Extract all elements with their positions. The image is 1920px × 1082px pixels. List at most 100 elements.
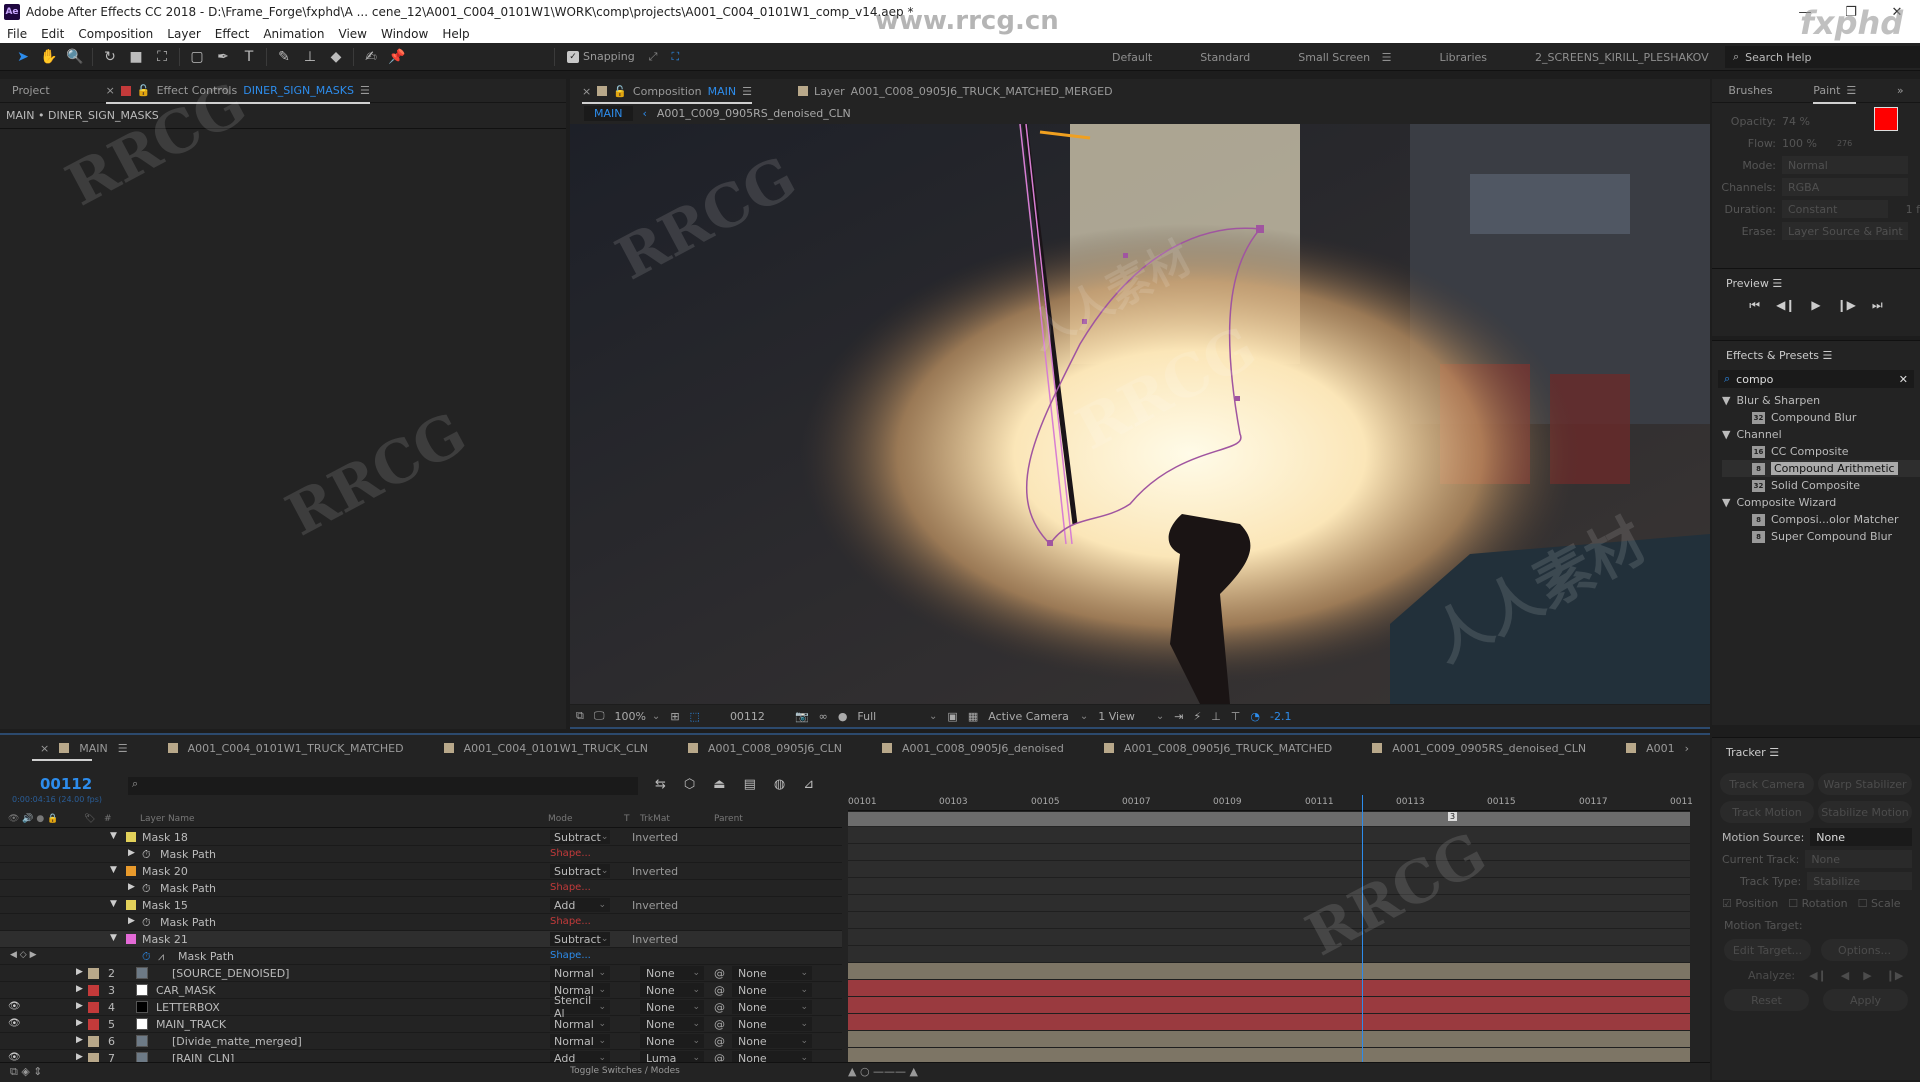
pickwhip-icon[interactable]: @ (714, 1035, 725, 1048)
always-preview-icon[interactable]: ⧉ (576, 709, 584, 723)
mask-visibility-icon[interactable]: ⬚ (690, 710, 700, 723)
shy-layers-icon[interactable]: ⏏ (713, 777, 725, 792)
mask-name[interactable]: Mask 18 (142, 831, 188, 844)
stopwatch-icon[interactable]: ⏱ (142, 916, 151, 930)
layer-mode-dropdown[interactable]: Normal (550, 1017, 610, 1031)
layer-row[interactable]: 👁 ▶ 4 LETTERBOX Stencil Al None @ None (0, 994, 842, 1020)
tab-timeline-comp[interactable]: A001 (1626, 735, 1685, 761)
trkmat-dropdown[interactable]: None (640, 966, 704, 980)
mask-shape-link[interactable]: Shape... (550, 848, 591, 859)
roto-brush-tool-icon[interactable]: ✍ (360, 46, 382, 68)
composition-viewer[interactable]: RRCG RRCG 人人素材 (570, 124, 1710, 704)
mask-inverted-checkbox[interactable]: Inverted (632, 865, 678, 878)
show-snapshot-icon[interactable]: ∞ (819, 710, 828, 723)
tab-timeline-comp[interactable]: A001_C008_0905J6_CLN (688, 735, 882, 761)
panel-menu-icon[interactable]: ☰ (360, 84, 370, 97)
toggle-pixel-aspect-icon[interactable]: ⇥ (1174, 710, 1183, 723)
layer-duration-bar[interactable] (848, 963, 1690, 980)
snap-options-icon[interactable]: ⤢ (649, 50, 658, 64)
foreground-color-swatch[interactable] (1874, 107, 1898, 131)
layer-duration-bar[interactable] (848, 997, 1690, 1014)
layer-duration-bar[interactable] (848, 1014, 1690, 1031)
effect-compound-arithmetic[interactable]: 8 Compound Arithmetic (1722, 460, 1920, 477)
effect-composite-color-matcher[interactable]: 8 Composi...olor Matcher (1722, 511, 1920, 528)
time-ruler[interactable]: 00101 00103 00105 00107 00109 00111 00113 00115… (848, 795, 1693, 811)
region-of-interest-icon[interactable]: ▣ (947, 710, 957, 723)
snapping-toggle[interactable]: ✓ Snapping ⤢ ⛶ (567, 50, 679, 64)
tab-timeline-main[interactable]: × MAIN ☰ (32, 735, 168, 761)
effect-compound-blur[interactable]: 32 Compound Blur (1722, 409, 1920, 426)
disclosure-triangle-icon[interactable]: ▶ (76, 1052, 83, 1062)
exposure-value[interactable]: -2.1 (1270, 710, 1291, 723)
zoom-slider[interactable]: ▲ ○ ——— ▲ (848, 1065, 918, 1078)
disclosure-triangle-icon[interactable]: ▶ (76, 1035, 83, 1045)
close-tab-icon[interactable]: × (106, 84, 115, 97)
apply-button[interactable]: Apply (1823, 989, 1908, 1011)
menu-file[interactable]: File (0, 27, 34, 41)
mask-row[interactable]: ▼ Mask 21 Subtract Inverted (0, 931, 842, 948)
menu-help[interactable]: Help (435, 27, 476, 41)
mask-name[interactable]: Mask 21 (142, 933, 188, 946)
timeline-icon[interactable]: ⊥ (1211, 710, 1221, 723)
paint-mode-dropdown[interactable]: Normal (1782, 156, 1908, 174)
layer-row[interactable]: ▶ 2 [SOURCE_DENOISED] Normal None @ None (0, 965, 842, 982)
effect-cc-composite[interactable]: 16 CC Composite (1722, 443, 1920, 460)
hand-tool-icon[interactable]: ✋ (38, 46, 60, 68)
mask-inverted-checkbox[interactable]: Inverted (632, 831, 678, 844)
mask-row[interactable]: ▼ Mask 15 Add Inverted (0, 897, 842, 914)
comp-nav-main[interactable]: MAIN (584, 105, 633, 121)
layer-row[interactable]: ▶3CAR_MASKNormalNone@None (0, 982, 842, 999)
layer-switches-pane-icon[interactable]: ⧉ ◈ ⇕ (10, 1065, 43, 1079)
scale-checkbox[interactable]: ☐ Scale (1858, 897, 1901, 910)
mask-path-row[interactable]: ▶ ⏱ Mask Path Shape... (0, 914, 842, 931)
position-checkbox[interactable]: ☑ Position (1722, 897, 1778, 910)
column-layer-name[interactable]: Layer Name (140, 814, 195, 824)
comp-marker[interactable]: 3 (1448, 812, 1458, 821)
snapping-checkbox[interactable]: ✓ (567, 50, 579, 63)
mask-inverted-checkbox[interactable]: Inverted (632, 899, 678, 912)
layer-name[interactable]: [SOURCE_DENOISED] (172, 967, 289, 980)
trkmat-dropdown[interactable]: None (640, 983, 704, 997)
channels-dropdown[interactable]: RGBA (1782, 178, 1908, 196)
disclosure-triangle-icon[interactable]: ▼ (110, 865, 117, 875)
pen-tool-icon[interactable]: ✒ (212, 46, 234, 68)
mask-path-row[interactable]: ▶ ⏱ Mask Path Shape... (0, 880, 842, 897)
play-button[interactable]: ▶ (1811, 298, 1820, 313)
disclosure-triangle-icon[interactable]: ▼ (110, 831, 117, 841)
monitor-icon[interactable]: 🖵 (594, 709, 605, 723)
toggle-switches-modes-button[interactable]: Toggle Switches / Modes (520, 1066, 730, 1076)
mask-name[interactable]: Mask 20 (142, 865, 188, 878)
close-tab-icon[interactable]: × (582, 85, 591, 98)
lock-icon[interactable]: 🔓 (613, 85, 627, 98)
brush-tool-icon[interactable]: ✎ (273, 46, 295, 68)
reset-button[interactable]: Reset (1724, 989, 1809, 1011)
opacity-value[interactable]: 74 % (1782, 115, 1810, 128)
menu-effect[interactable]: Effect (208, 27, 257, 41)
mask-row[interactable]: ▼ Mask 20 Subtract Inverted (0, 863, 842, 880)
tab-timeline-comp[interactable]: A001_C008_0905J6_denoised (881, 735, 1104, 761)
pickwhip-icon[interactable]: @ (714, 967, 725, 980)
search-help-field[interactable]: ⌕ Search Help (1725, 46, 1920, 68)
disclosure-triangle-icon[interactable]: ▼ (1722, 394, 1730, 407)
options-button[interactable]: Options... (1821, 939, 1908, 961)
menu-window[interactable]: Window (374, 27, 435, 41)
layer-search-input[interactable]: ⌕ (128, 777, 638, 795)
comp-nav-sub[interactable]: A001_C009_0905RS_denoised_CLN (657, 107, 851, 120)
erase-dropdown[interactable]: Layer Source & Paint (1782, 222, 1908, 240)
category-blur-sharpen[interactable]: ▼ Blur & Sharpen (1722, 392, 1920, 409)
column-trkmat[interactable]: TrkMat (640, 814, 670, 824)
last-frame-button[interactable]: ⏭ (1872, 298, 1883, 313)
eraser-tool-icon[interactable]: ◆ (325, 46, 347, 68)
effect-super-compound-blur[interactable]: 8 Super Compound Blur (1722, 528, 1920, 545)
tabs-overflow-icon[interactable]: › (1685, 742, 1689, 755)
layer-name[interactable]: [Divide_matte_merged] (172, 1035, 302, 1048)
previous-frame-button[interactable]: ◀❙ (1776, 298, 1795, 313)
mask-shape-link[interactable]: Shape... (550, 950, 591, 961)
stopwatch-icon[interactable]: ⏱ (142, 882, 151, 896)
rectangle-tool-icon[interactable]: ▢ (186, 46, 208, 68)
mask-path-row[interactable]: ▶ ⏱ Mask Path Shape... (0, 846, 842, 863)
parent-dropdown[interactable]: None (732, 1000, 812, 1014)
disclosure-triangle-icon[interactable]: ▶ (76, 1018, 83, 1028)
warp-stabilizer-button[interactable]: Warp Stabilizer (1818, 773, 1912, 795)
disclosure-triangle-icon[interactable]: ▼ (110, 933, 117, 943)
